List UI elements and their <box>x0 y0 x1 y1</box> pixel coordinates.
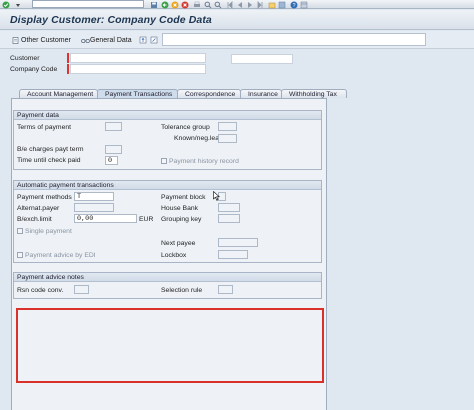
rsn-code-conv-field[interactable] <box>74 285 89 294</box>
check-icon[interactable] <box>2 1 10 9</box>
tab-account-management[interactable]: Account Management <box>19 89 98 98</box>
selection-rule-label: Selection rule <box>161 287 203 294</box>
customer-name-field <box>231 54 293 64</box>
new-session-icon[interactable] <box>268 1 276 9</box>
rsn-code-conv-label: Rsn code conv. <box>17 287 64 294</box>
other-customer-button[interactable]: Other Customer <box>12 34 71 46</box>
grouping-key-label: Grouping key <box>161 216 202 223</box>
find-next-icon[interactable] <box>214 1 222 9</box>
b-exch-limit-label: B/exch.limit <box>17 216 52 223</box>
find-icon[interactable] <box>204 1 212 9</box>
payment-history-label: Payment history record <box>169 158 239 165</box>
cancel-icon[interactable] <box>181 1 189 9</box>
terms-of-payment-field[interactable] <box>105 122 122 131</box>
grouping-key-field[interactable] <box>218 214 240 223</box>
tolerance-group-field[interactable] <box>218 122 237 131</box>
highlight-annotation-box <box>16 308 324 383</box>
shortcut-icon[interactable] <box>278 1 286 9</box>
payment-advice-edi-label: Payment advice by EDI <box>25 252 96 259</box>
general-data-label: General Data <box>90 36 132 44</box>
lockbox-field[interactable] <box>218 250 248 259</box>
customer-label: Customer <box>10 55 40 62</box>
upload-icon[interactable] <box>139 34 147 46</box>
glasses-icon <box>81 37 90 44</box>
currency-label: EUR <box>139 216 154 223</box>
group-title: Payment advice notes <box>14 273 321 282</box>
exit-icon[interactable] <box>171 1 179 9</box>
application-toolbar: Other Customer General Data <box>0 31 474 49</box>
svg-text:?: ? <box>292 3 295 9</box>
time-until-check-paid-label: Time until check paid <box>17 157 81 164</box>
required-marker <box>67 64 69 74</box>
lockbox-label: Lockbox <box>161 252 187 259</box>
single-payment-checkbox[interactable] <box>17 228 23 234</box>
first-page-icon[interactable] <box>226 1 234 9</box>
group-title: Automatic payment transactions <box>14 181 321 190</box>
layout-icon[interactable] <box>300 1 308 9</box>
print-icon[interactable] <box>193 1 201 8</box>
title-bar: Display Customer: Company Code Data <box>0 10 474 30</box>
next-page-icon[interactable] <box>246 1 254 8</box>
payment-methods-label: Payment methods <box>17 194 72 201</box>
other-customer-label: Other Customer <box>21 36 71 44</box>
payment-history-checkbox[interactable] <box>161 158 167 164</box>
house-bank-field[interactable] <box>218 203 240 212</box>
payment-block-label: Payment block <box>161 194 206 201</box>
next-payee-label: Next payee <box>161 240 196 247</box>
company-code-field[interactable] <box>70 64 206 74</box>
required-marker <box>67 53 69 63</box>
selection-rule-field[interactable] <box>218 285 233 294</box>
known-neg-leave-field[interactable] <box>218 134 237 143</box>
payment-advice-edi-checkbox[interactable] <box>17 252 23 258</box>
alternat-payer-field[interactable] <box>74 203 114 212</box>
last-page-icon[interactable] <box>256 1 264 9</box>
tab-insurance[interactable]: Insurance <box>240 89 282 98</box>
dropdown-arrow-icon[interactable] <box>14 1 22 8</box>
toolbar-input[interactable] <box>162 33 426 46</box>
previous-page-icon[interactable] <box>236 1 244 8</box>
terms-of-payment-label: Terms of payment <box>17 124 72 131</box>
document-icon <box>12 36 19 44</box>
single-payment-label: Single payment <box>25 228 72 235</box>
general-data-button[interactable]: General Data <box>81 34 132 46</box>
page-title: Display Customer: Company Code Data <box>10 14 212 26</box>
attachment-icon[interactable] <box>150 34 158 46</box>
save-icon[interactable] <box>150 1 158 8</box>
mouse-cursor-icon <box>213 190 220 203</box>
tab-withholding-tax[interactable]: Withholding Tax <box>281 89 347 98</box>
time-until-check-paid-field[interactable]: 0 <box>105 156 118 165</box>
company-code-label: Company Code <box>10 66 58 73</box>
b-exch-limit-field[interactable]: 0,00 <box>74 214 137 223</box>
tolerance-group-label: Tolerance group <box>161 124 210 131</box>
help-icon[interactable]: ? <box>290 1 298 9</box>
tab-payment-transactions[interactable]: Payment Transactions <box>97 89 178 98</box>
group-title: Payment data <box>14 111 321 120</box>
system-toolbar: ? <box>0 0 474 9</box>
command-field[interactable] <box>32 0 144 8</box>
alternat-payer-label: Alternat.payer <box>17 205 60 212</box>
house-bank-label: House Bank <box>161 205 199 212</box>
be-charges-label: B/e charges payt term <box>17 146 84 153</box>
tab-correspondence[interactable]: Correspondence <box>177 89 241 98</box>
be-charges-field[interactable] <box>105 145 122 154</box>
payment-methods-field[interactable]: T <box>74 192 114 201</box>
next-payee-field[interactable] <box>218 238 258 247</box>
customer-field[interactable] <box>70 53 206 63</box>
back-icon[interactable] <box>161 1 169 9</box>
payment-advice-notes-group: Payment advice notes <box>13 272 322 299</box>
